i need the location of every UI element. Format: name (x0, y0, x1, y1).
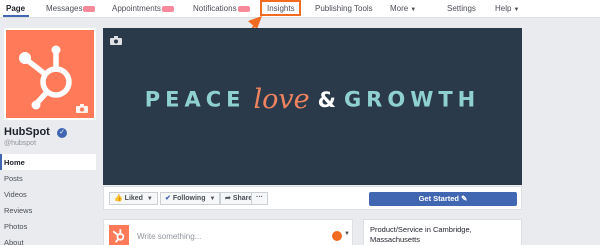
more-options-button[interactable]: ··· (251, 192, 268, 205)
tab-publishing-tools[interactable]: Publishing Tools (315, 4, 373, 13)
camera-icon[interactable] (76, 104, 88, 113)
sidebar-item-videos[interactable]: Videos (0, 186, 96, 202)
tab-notifications-label: Notifications (193, 4, 237, 13)
tab-more[interactable]: More ▼ (390, 4, 416, 13)
tab-settings[interactable]: Settings (447, 4, 476, 13)
post-composer[interactable]: Write something... ▼ (103, 219, 353, 245)
tab-help[interactable]: Help ▼ (495, 4, 519, 13)
get-started-label: Get Started (418, 194, 460, 203)
page-info-card: Product/Service in Cambridge, Massachuse… (363, 219, 522, 245)
following-button[interactable]: ✔ Following ▼ (160, 192, 221, 205)
tab-page[interactable]: Page (6, 4, 25, 13)
page-handle[interactable]: @hubspot (4, 140, 36, 147)
tab-appointments-label: Appointments (112, 4, 161, 13)
avatar (109, 225, 129, 245)
tab-notifications[interactable]: Notifications (193, 4, 250, 13)
tab-messages-label: Messages (46, 4, 83, 13)
profile-picture[interactable] (4, 28, 96, 120)
tab-more-label: More (390, 4, 409, 13)
page-category-line2: Massachusetts (370, 235, 421, 244)
pencil-icon: ✎ (461, 194, 468, 203)
active-tab-indicator (3, 15, 29, 17)
composer-input[interactable]: Write something... (137, 232, 201, 241)
cover-ampersand: & (317, 87, 336, 112)
unread-badge (83, 5, 96, 12)
unread-badge (161, 5, 174, 12)
caret-down-icon: ▼ (209, 196, 216, 202)
cover-photo[interactable]: PEACE love & GROWTH (103, 28, 522, 185)
cover-word-peace: PEACE (144, 87, 246, 112)
cover-word-love: love (253, 84, 310, 115)
liked-label: Liked (124, 195, 143, 202)
tab-appointments[interactable]: Appointments (112, 4, 174, 13)
page-action-bar: 👍 Liked ▼ ✔ Following ▼ ➦ Share ··· Get … (103, 186, 522, 210)
sidebar-nav: Home Posts Videos Reviews Photos About (0, 154, 96, 245)
sidebar-item-reviews[interactable]: Reviews (0, 202, 96, 218)
cover-word-growth: GROWTH (343, 87, 481, 112)
get-started-button[interactable]: Get Started ✎ (369, 192, 517, 206)
thumbs-up-icon: 👍 (114, 195, 123, 202)
caret-down-icon: ▼ (146, 196, 153, 202)
sidebar-item-home[interactable]: Home (0, 154, 96, 170)
insights-highlight-box (260, 0, 301, 16)
sidebar-item-about[interactable]: About (0, 234, 96, 245)
tab-help-label: Help (495, 4, 512, 13)
unread-badge (237, 5, 250, 12)
caret-down-icon: ▼ (410, 7, 417, 13)
hubspot-sprocket-icon (112, 229, 125, 243)
liked-button[interactable]: 👍 Liked ▼ (109, 192, 158, 205)
page-title: HubSpot (4, 126, 50, 138)
verified-check-icon: ✓ (57, 128, 67, 138)
share-arrow-icon: ➦ (225, 195, 231, 202)
following-label: Following (172, 195, 206, 202)
sidebar-item-photos[interactable]: Photos (0, 218, 96, 234)
camera-icon[interactable] (110, 36, 122, 45)
caret-down-icon: ▼ (513, 7, 520, 13)
page-category-line1: Product/Service in Cambridge, (370, 225, 472, 234)
caret-down-icon[interactable]: ▼ (344, 231, 350, 237)
emoji-icon[interactable] (332, 231, 342, 241)
tab-messages[interactable]: Messages (46, 4, 96, 13)
rss-icon: ✔ (165, 195, 171, 202)
share-label: Share (232, 195, 253, 202)
sidebar-item-posts[interactable]: Posts (0, 170, 96, 186)
cover-slogan: PEACE love & GROWTH (103, 84, 522, 115)
